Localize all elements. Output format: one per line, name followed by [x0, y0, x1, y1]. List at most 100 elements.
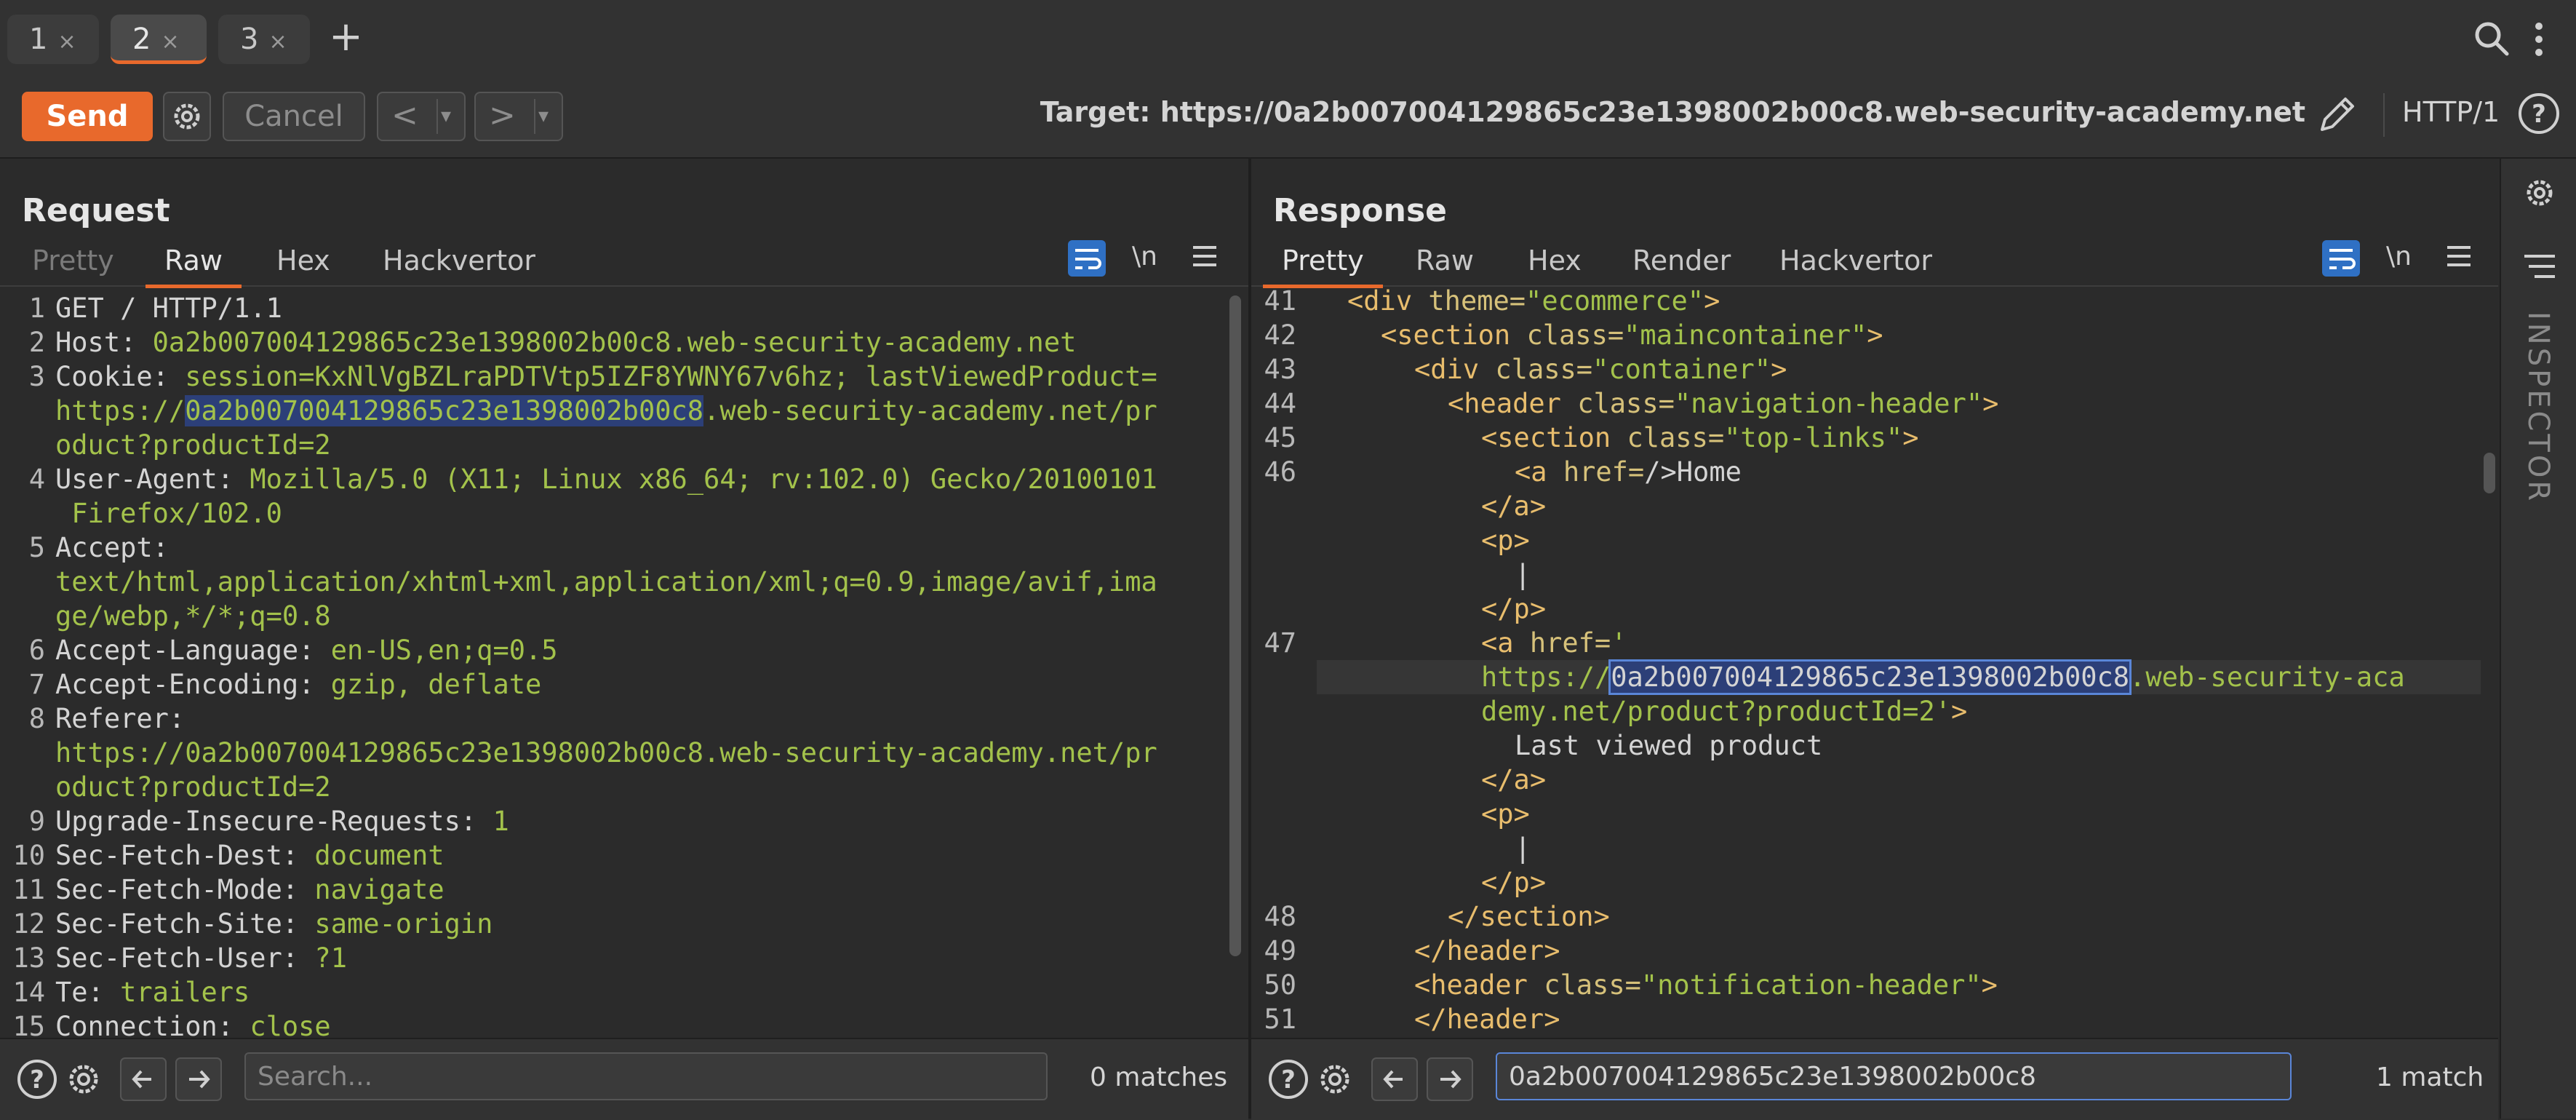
code-token: >: [1704, 288, 1720, 317]
http-version-toggle[interactable]: HTTP/1: [2402, 96, 2500, 128]
line-number: 6: [28, 635, 45, 666]
header-value: navigate: [314, 874, 444, 905]
code-text: Upgrade-Insecure-Requests: 1: [55, 804, 509, 838]
arrow-right-icon[interactable]: [1426, 1057, 1474, 1102]
response-search-input[interactable]: [1496, 1052, 2292, 1100]
svg-text:?: ?: [30, 1065, 44, 1095]
menu-icon[interactable]: [1190, 243, 1219, 269]
line-number: 10: [12, 840, 45, 871]
code-token: >: [1951, 696, 1968, 727]
chevron-down-icon[interactable]: ▾: [538, 93, 549, 138]
tab-raw[interactable]: Raw: [145, 245, 242, 288]
header-value: 0a2b007004129865c23e1398002b00c8.web-sec…: [152, 327, 1077, 358]
code-text: </p>: [1481, 592, 1546, 626]
tab-hackvertor[interactable]: Hackvertor: [1779, 245, 1932, 277]
request-editor[interactable]: 1 GET / HTTP/1.1 2 Host: 0a2b007004129865c2…: [0, 288, 1229, 1038]
header-name: Host:: [55, 327, 153, 358]
code-token: "navigation-header": [1674, 388, 1983, 419]
help-icon[interactable]: ?: [15, 1057, 60, 1102]
code-token: "container": [1592, 354, 1771, 385]
response-editor[interactable]: 41 <div theme="ecommerce"> 42 <section clas…: [1251, 288, 2481, 1038]
code-text: Te: trailers: [55, 975, 250, 1009]
tab-3[interactable]: 3 ×: [218, 15, 310, 64]
tab-hex[interactable]: Hex: [276, 245, 330, 277]
line-number: 44: [1264, 388, 1296, 419]
request-view-tabs: Pretty Raw Hex Hackvertor: [0, 237, 1248, 288]
line-number: 47: [1264, 627, 1296, 659]
pencil-icon[interactable]: [2313, 92, 2360, 138]
header-value: ge/webp,*/*;q=0.8: [55, 600, 331, 632]
header-value: session=KxNlVgBZLraPDTVtp5IZF8YWNY67v6hz…: [185, 361, 1157, 392]
header-name: Te:: [55, 977, 121, 1008]
cancel-button[interactable]: Cancel: [223, 92, 365, 141]
line-number: 51: [1264, 1004, 1296, 1035]
arrow-right-icon[interactable]: [175, 1057, 223, 1102]
forward-button[interactable]: > ▾: [474, 92, 563, 141]
line-number: 4: [28, 464, 45, 495]
code-text: https://0a2b007004129865c23e1398002b00c8…: [55, 394, 1157, 428]
line-number: 3: [28, 361, 45, 392]
response-scrollbar[interactable]: [2484, 453, 2495, 493]
filter-lines-icon[interactable]: [2521, 250, 2558, 282]
send-button[interactable]: Send: [22, 92, 153, 141]
code-token: </p>: [1481, 867, 1547, 898]
header-value: text/html,application/xhtml+xml,applicat…: [55, 566, 1157, 597]
close-icon[interactable]: ×: [57, 29, 76, 55]
code-text: </header>: [1414, 1002, 1560, 1036]
header-name: Upgrade-Insecure-Requests:: [55, 806, 493, 837]
close-icon[interactable]: ×: [161, 29, 179, 55]
more-vertical-icon[interactable]: [2532, 19, 2546, 60]
code-token: "maincontainer": [1624, 319, 1867, 351]
header-value: https://0a2b007004129865c23e1398002b00c8…: [55, 737, 1157, 768]
back-button[interactable]: < ▾: [377, 92, 466, 141]
code-text: oduct?productId=2: [55, 770, 331, 804]
code-text: text/html,application/xhtml+xml,applicat…: [55, 565, 1157, 599]
chevron-down-icon[interactable]: ▾: [441, 93, 451, 138]
tab-pretty[interactable]: Pretty: [32, 245, 114, 277]
header-name: Accept:: [55, 532, 186, 563]
code-token: theme=: [1428, 288, 1526, 317]
code-token: class=: [1577, 388, 1675, 419]
arrow-left-icon[interactable]: [119, 1057, 167, 1102]
tab-render[interactable]: Render: [1632, 245, 1731, 277]
code-token: class=: [1526, 319, 1624, 351]
code-token: demy.net/product?productId=2': [1481, 696, 1952, 727]
tab-raw[interactable]: Raw: [1416, 245, 1474, 277]
request-search-input[interactable]: [244, 1052, 1048, 1100]
help-icon[interactable]: ?: [1266, 1057, 1311, 1102]
add-tab-button[interactable]: +: [329, 13, 363, 60]
gear-icon[interactable]: [61, 1057, 106, 1102]
code-text: https://0a2b007004129865c23e1398002b00c8…: [1481, 659, 2405, 695]
code-token: https://: [1481, 662, 1611, 693]
search-icon[interactable]: [2472, 19, 2511, 58]
tab-pretty[interactable]: Pretty: [1263, 245, 1383, 288]
gear-icon[interactable]: [2520, 173, 2559, 213]
help-icon[interactable]: ?: [2516, 90, 2562, 137]
request-panel: Request Pretty Raw Hex Hackvertor \n 1 GE…: [0, 159, 1248, 1038]
inspector-tab[interactable]: INSPECTOR: [2521, 311, 2555, 504]
code-text: <div class="container">: [1414, 352, 1787, 386]
line-number: 7: [28, 669, 45, 700]
word-wrap-toggle[interactable]: [2322, 240, 2360, 277]
newline-toggle[interactable]: \n: [1132, 242, 1157, 271]
tab-hackvertor[interactable]: Hackvertor: [383, 245, 535, 277]
tab-bar: 1 × 2 × 3 × +: [0, 0, 2576, 82]
word-wrap-toggle[interactable]: [1068, 240, 1106, 277]
request-scrollbar[interactable]: [1229, 295, 1241, 956]
line-number: 14: [12, 977, 45, 1008]
tab-2[interactable]: 2 ×: [111, 15, 207, 64]
code-text: <header class="navigation-header">: [1448, 386, 1998, 421]
header-value: en-US,en;q=0.5: [330, 635, 558, 666]
code-text: </p>: [1481, 865, 1546, 899]
newline-toggle[interactable]: \n: [2386, 242, 2412, 271]
svg-text:?: ?: [1281, 1065, 1296, 1095]
settings-button[interactable]: [163, 92, 211, 141]
tab-hex[interactable]: Hex: [1528, 245, 1582, 277]
close-icon[interactable]: ×: [268, 29, 287, 55]
arrow-left-icon[interactable]: [1371, 1057, 1419, 1102]
forward-arrow: >: [489, 97, 516, 134]
tab-1[interactable]: 1 ×: [7, 15, 99, 64]
search-highlight: 0a2b007004129865c23e1398002b00c8: [185, 395, 704, 426]
menu-icon[interactable]: [2444, 243, 2473, 269]
gear-icon[interactable]: [1312, 1057, 1357, 1102]
